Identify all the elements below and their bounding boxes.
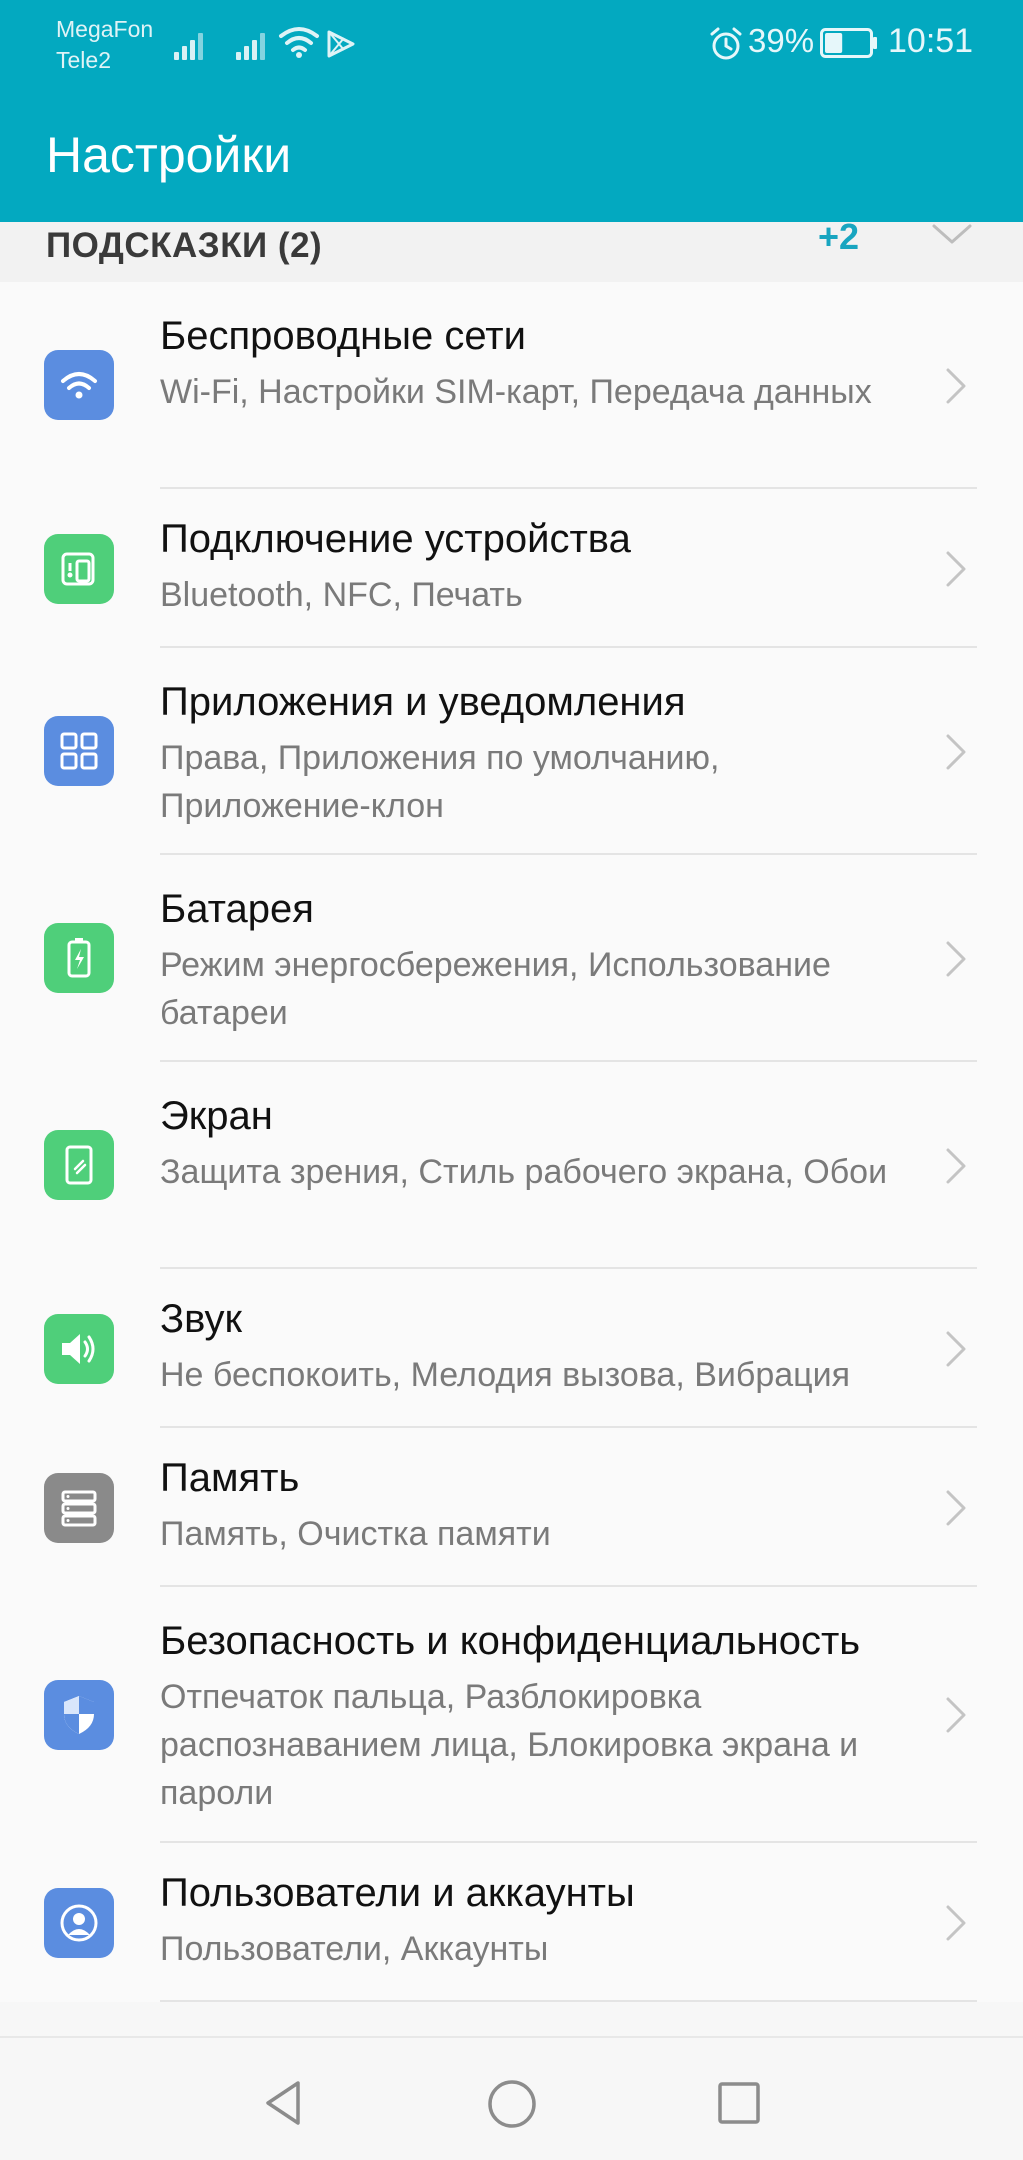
apps-grid-icon <box>44 716 114 786</box>
settings-item-subtitle: Режим энергосбережения, Использование ба… <box>160 946 831 1032</box>
settings-item-title: Память <box>160 1456 300 1500</box>
settings-item-subtitle: Bluetooth, NFC, Печать <box>160 576 523 614</box>
play-icon <box>327 30 355 58</box>
settings-item-title: Беспроводные сети <box>160 314 526 358</box>
page-title: Настройки <box>46 127 292 183</box>
settings-item-title: Батарея <box>160 887 314 931</box>
app-bar: Настройки <box>0 90 1023 222</box>
settings-item-subtitle: Не беспокоить, Мелодия вызова, Вибрация <box>160 1356 851 1394</box>
carrier-2: Tele2 <box>56 47 111 73</box>
settings-item-title: Подключение устройства <box>160 517 631 561</box>
settings-item-sound[interactable]: Звук Не беспокоить, Мелодия вызова, Вибр… <box>0 1269 1023 1428</box>
wifi-icon <box>44 350 114 420</box>
chevron-right-icon <box>946 1905 966 1941</box>
settings-screen: MegaFon Tele2 39% 10:51 Настройки ПОДСКА… <box>0 0 1023 2160</box>
display-icon <box>44 1130 114 1200</box>
back-icon[interactable] <box>258 2078 308 2128</box>
device-connection-icon <box>44 534 114 604</box>
settings-item-subtitle: Отпечаток пальца, Разблокировка распозна… <box>160 1678 859 1812</box>
chevron-right-icon <box>946 1148 966 1184</box>
carrier-names: MegaFon Tele2 <box>56 14 153 76</box>
settings-item-title: Безопасность и конфиденциальность <box>160 1619 861 1663</box>
divider <box>160 2000 977 2002</box>
wifi-icon <box>279 27 319 58</box>
user-icon <box>44 1888 114 1958</box>
home-icon[interactable] <box>486 2078 538 2130</box>
tips-count-badge: +2 <box>818 216 860 257</box>
shield-icon <box>44 1680 114 1750</box>
settings-item-wireless[interactable]: Беспроводные сети Wi-Fi, Настройки SIM-к… <box>0 282 1023 489</box>
settings-item-apps[interactable]: Приложения и уведомления Права, Приложен… <box>0 648 1023 855</box>
settings-item-subtitle: Защита зрения, Стиль рабочего экрана, Об… <box>160 1153 888 1191</box>
alarm-icon <box>710 27 742 60</box>
settings-item-security[interactable]: Безопасность и конфиденциальность Отпеча… <box>0 1587 1023 1843</box>
signal-icon <box>174 30 210 60</box>
chevron-right-icon <box>946 734 966 770</box>
settings-item-title: Пользователи и аккаунты <box>160 1871 635 1915</box>
settings-item-device-connection[interactable]: Подключение устройства Bluetooth, NFC, П… <box>0 489 1023 648</box>
chevron-right-icon <box>946 1697 966 1733</box>
settings-item-title: Экран <box>160 1094 273 1138</box>
battery-percent: 39% <box>748 22 815 59</box>
settings-item-users[interactable]: Пользователи и аккаунты Пользователи, Ак… <box>0 1843 1023 2002</box>
clock: 10:51 <box>888 22 974 60</box>
storage-icon <box>44 1473 114 1543</box>
carrier-1: MegaFon <box>56 16 154 42</box>
speaker-icon <box>44 1314 114 1384</box>
signal-icon <box>236 30 272 60</box>
settings-item-title: Звук <box>160 1297 243 1341</box>
navigation-bar <box>0 2036 1023 2160</box>
settings-item-subtitle: Память, Очистка памяти <box>160 1515 551 1553</box>
settings-item-title: Приложения и уведомления <box>160 680 686 724</box>
settings-item-subtitle: Права, Приложения по умолчанию, Приложен… <box>160 739 720 825</box>
settings-list: Беспроводные сети Wi-Fi, Настройки SIM-к… <box>0 282 1023 2002</box>
settings-item-subtitle: Wi-Fi, Настройки SIM-карт, Передача данн… <box>160 373 872 411</box>
chevron-right-icon <box>946 1490 966 1526</box>
chevron-right-icon <box>946 368 966 404</box>
settings-item-display[interactable]: Экран Защита зрения, Стиль рабочего экра… <box>0 1062 1023 1269</box>
tips-label: ПОДСКАЗКИ (2) <box>46 226 323 265</box>
settings-item-subtitle: Пользователи, Аккаунты <box>160 1930 549 1968</box>
chevron-right-icon <box>946 1331 966 1367</box>
chevron-down-icon[interactable] <box>930 220 974 250</box>
recent-apps-icon[interactable] <box>716 2080 762 2126</box>
battery-icon <box>44 923 114 993</box>
chevron-right-icon <box>946 551 966 587</box>
battery-icon <box>820 28 877 58</box>
settings-item-battery[interactable]: Батарея Режим энергосбережения, Использо… <box>0 855 1023 1062</box>
chevron-right-icon <box>946 941 966 977</box>
settings-item-storage[interactable]: Память Память, Очистка памяти <box>0 1428 1023 1587</box>
status-bar: MegaFon Tele2 39% 10:51 <box>0 0 1023 90</box>
tips-header[interactable]: ПОДСКАЗКИ (2) +2 <box>0 216 1023 282</box>
